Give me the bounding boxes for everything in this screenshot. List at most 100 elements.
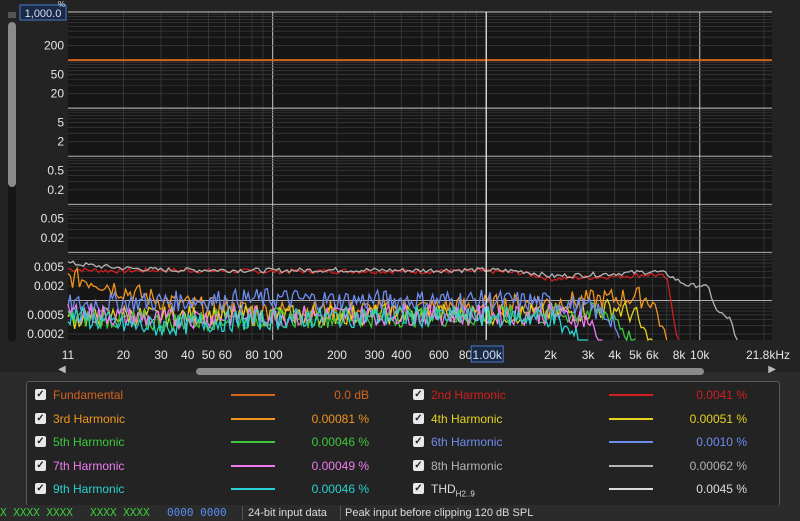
legend-name-text: Fundamental — [53, 388, 124, 402]
x-tick-label: 30 — [154, 348, 168, 362]
legend-name-text: THD — [431, 482, 456, 497]
legend-checkbox-thd[interactable]: ✓ — [413, 483, 424, 495]
x-tick-label: 600 — [429, 348, 449, 362]
y-unit-label: % — [58, 0, 65, 9]
legend-checkbox-fundamental[interactable]: ✓ — [35, 389, 46, 400]
plot-area[interactable]: 200 50 20 5 2 0.5 0.2 0.05 0.02 0.005 0.002 0.0005 0… — [0, 0, 800, 375]
legend-value-3rd-harmonic: 0.00081 % — [311, 411, 369, 426]
x-tick-label: 3k — [582, 348, 596, 362]
legend-value-fundamental: 0.0 dB — [334, 388, 369, 402]
x-tick-label: 8k — [673, 348, 687, 362]
x-tick-label: 300 — [365, 348, 385, 362]
x-tick-label: 40 — [181, 348, 195, 362]
x-tick-label: 200 — [327, 348, 347, 362]
legend-name-8th-harmonic: 8th Harmonic — [431, 455, 502, 477]
y-tick-label: 0.002 — [34, 279, 64, 293]
scroll-right-icon[interactable]: ▶ — [768, 364, 776, 375]
legend-name-text: 9th Harmonic — [53, 482, 125, 497]
cursor-label: 1.00k — [473, 348, 503, 362]
y-tick-label: 0.5 — [47, 164, 64, 178]
legend-checkbox-5th-harmonic[interactable]: ✓ — [35, 436, 46, 448]
x-tick-label: 20 — [117, 348, 131, 362]
legend-name-text: 7th Harmonic — [53, 458, 125, 473]
legend-row-4th-harmonic: ✓ 4th Harmonic 0.00051 % — [413, 408, 763, 430]
legend-name-subscript: H2..9 — [455, 489, 475, 499]
legend-checkbox-2nd-harmonic[interactable]: ✓ — [413, 389, 424, 400]
y-top-label: 1,000.0 — [25, 8, 62, 20]
y-tick-label: 20 — [51, 87, 65, 101]
x-tick-label: 10k — [690, 348, 710, 362]
x-tick-label: 6k — [646, 348, 660, 362]
legend-checkbox-8th-harmonic[interactable]: ✓ — [413, 459, 424, 471]
y-tick-label: 0.2 — [47, 183, 64, 197]
legend-row-2nd-harmonic: ✓ 2nd Harmonic 0.0041 % — [413, 384, 763, 406]
legend-row-6th-harmonic: ✓ 6th Harmonic 0.0010 % — [413, 431, 763, 453]
x-tick-label: 80 — [459, 348, 473, 362]
y-tick-label: 0.005 — [34, 260, 64, 274]
legend-name-text: 6th Harmonic — [431, 435, 503, 450]
status-peak-input: Peak input before clipping 120 dB SPL — [345, 507, 534, 519]
y-tick-label: 5 — [57, 116, 64, 130]
legend-name-text: 8th Harmonic — [431, 458, 503, 473]
legend-name-9th-harmonic: 9th Harmonic — [53, 478, 124, 500]
legend-value-2nd-harmonic: 0.0041 % — [696, 388, 747, 402]
legend-row-thd: ✓ THDH2..9 0.0045 % — [413, 478, 763, 500]
legend-checkbox-7th-harmonic[interactable]: ✓ — [35, 459, 46, 471]
status-divider — [242, 506, 243, 520]
legend-checkbox-6th-harmonic[interactable]: ✓ — [413, 436, 424, 448]
legend-name-text: 4th Harmonic — [431, 411, 503, 426]
y-tick-label: 2 — [57, 135, 64, 149]
y-tick-label: 50 — [51, 68, 65, 82]
harmonics-chart[interactable]: 200 50 20 5 2 0.5 0.2 0.05 0.02 0.005 0.002 0.0005 0… — [0, 0, 800, 372]
legend-value-7th-harmonic: 0.00049 % — [311, 458, 369, 473]
x-tick-label: 100 — [263, 348, 283, 362]
legend-name-5th-harmonic: 5th Harmonic — [53, 431, 124, 453]
legend-value-6th-harmonic: 0.0010 % — [696, 435, 747, 450]
legend-row-5th-harmonic: ✓ 5th Harmonic 0.00046 % — [35, 431, 385, 453]
legend-panel: ✓ Fundamental 0.0 dB ✓ 2nd Harmonic 0.0041 % ✓… — [26, 381, 780, 506]
y-tick-label: 0.0005 — [27, 308, 64, 322]
x-tick-label: 2k — [544, 348, 558, 362]
x-tick-label: 5k — [629, 348, 643, 362]
legend-row-3rd-harmonic: ✓ 3rd Harmonic 0.00081 % — [35, 408, 385, 430]
legend-row-8th-harmonic: ✓ 8th Harmonic 0.00062 % — [413, 455, 763, 477]
legend-row-9th-harmonic: ✓ 9th Harmonic 0.00046 % — [35, 478, 385, 500]
x-tick-label: 4k — [608, 348, 622, 362]
status-bits-1: X XXXX XXXX — [0, 506, 73, 519]
legend-name-thd: THDH2..9 — [431, 478, 475, 505]
x-tick-label: 400 — [391, 348, 411, 362]
legend-checkbox-4th-harmonic[interactable]: ✓ — [413, 412, 424, 424]
legend-row-7th-harmonic: ✓ 7th Harmonic 0.00049 % — [35, 455, 385, 477]
x-tick-label: 60 — [219, 348, 233, 362]
legend-name-4th-harmonic: 4th Harmonic — [431, 408, 502, 430]
status-bits-2: XXXX XXXX — [90, 506, 150, 519]
horizontal-scroll-thumb[interactable] — [196, 368, 704, 375]
legend-name-6th-harmonic: 6th Harmonic — [431, 431, 502, 453]
x-tick-label: 21.8kHz — [746, 348, 790, 362]
status-divider — [340, 506, 341, 520]
legend-checkbox-9th-harmonic[interactable]: ✓ — [35, 483, 46, 495]
legend-value-8th-harmonic: 0.00062 % — [689, 458, 747, 473]
legend-value-9th-harmonic: 0.00046 % — [311, 482, 369, 497]
legend-checkbox-3rd-harmonic[interactable]: ✓ — [35, 412, 46, 424]
status-bits-3: 0000 0000 — [167, 506, 227, 519]
y-tick-label: 0.02 — [41, 231, 65, 245]
scroll-left-icon[interactable]: ◀ — [58, 364, 66, 375]
legend-name-7th-harmonic: 7th Harmonic — [53, 455, 124, 477]
y-tick-label: 0.0002 — [27, 327, 64, 341]
legend-name-2nd-harmonic: 2nd Harmonic — [431, 384, 506, 406]
legend-name-text: 5th Harmonic — [53, 435, 125, 450]
x-tick-label: 80 — [245, 348, 259, 362]
y-tick-label: 0.05 — [41, 212, 65, 226]
x-tick-label: 50 — [202, 348, 216, 362]
legend-value-5th-harmonic: 0.00046 % — [311, 435, 369, 450]
legend-value-4th-harmonic: 0.00051 % — [689, 411, 747, 426]
legend-row-fundamental: ✓ Fundamental 0.0 dB — [35, 384, 385, 406]
legend-name-fundamental: Fundamental — [53, 384, 123, 406]
x-tick-label: 11 — [62, 348, 75, 362]
status-input-format: 24-bit input data — [248, 507, 327, 519]
y-tick-label: 200 — [44, 39, 64, 53]
horizontal-scrollbar[interactable]: ◀ ▶ — [58, 364, 776, 376]
legend-name-text: 2nd Harmonic — [431, 388, 506, 402]
legend-value-thd: 0.0045 % — [696, 482, 747, 497]
